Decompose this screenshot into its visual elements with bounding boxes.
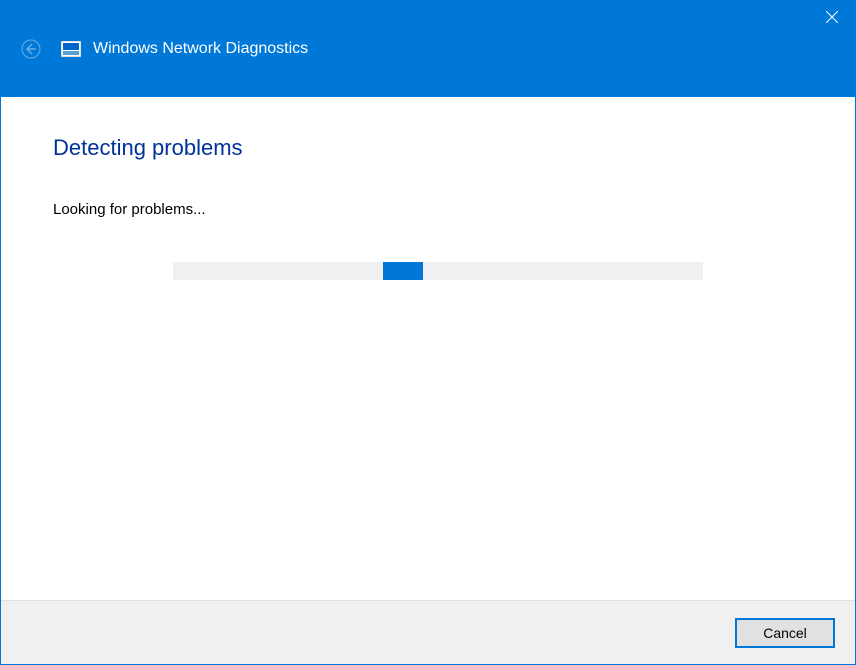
cancel-button[interactable]: Cancel	[735, 618, 835, 648]
titlebar: Windows Network Diagnostics	[1, 1, 855, 97]
window-title: Windows Network Diagnostics	[93, 40, 308, 58]
close-icon	[826, 11, 838, 23]
status-text: Looking for problems...	[53, 201, 803, 218]
close-button[interactable]	[809, 1, 855, 33]
back-arrow-icon	[21, 39, 41, 59]
progress-chunk	[383, 262, 423, 280]
page-heading: Detecting problems	[53, 135, 803, 161]
back-button	[17, 35, 45, 63]
footer: Cancel	[1, 600, 855, 664]
progress-bar	[173, 262, 703, 280]
content-area: Detecting problems Looking for problems.…	[1, 97, 855, 600]
diagnostics-icon	[61, 41, 81, 57]
